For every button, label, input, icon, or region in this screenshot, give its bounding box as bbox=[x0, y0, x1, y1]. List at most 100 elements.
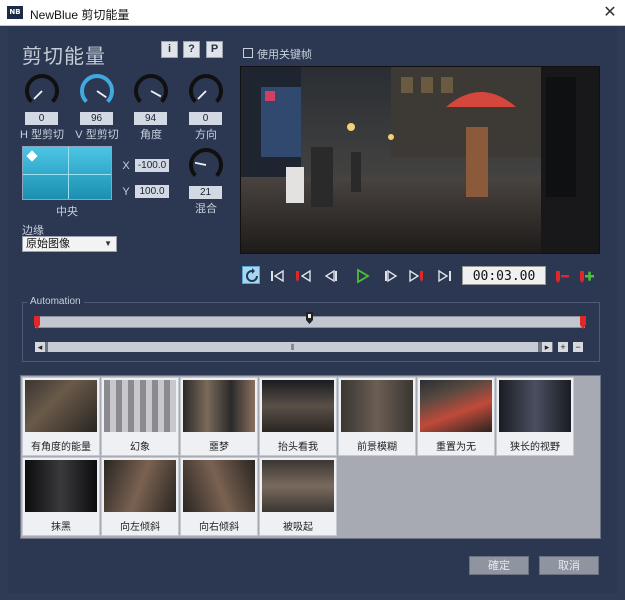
edge-select[interactable]: 原始图像 ▼ bbox=[22, 236, 117, 252]
scroll-grip-icon: ⦀ bbox=[291, 343, 295, 352]
use-keyframes-label: 使用关键帧 bbox=[257, 49, 312, 61]
preset-name: 有角度的能量 bbox=[31, 442, 91, 453]
cancel-button[interactable]: 取消 bbox=[539, 556, 599, 575]
prev-keyframe-icon[interactable] bbox=[294, 267, 312, 285]
preset-tile[interactable]: 重置为无 bbox=[417, 377, 495, 456]
preset-name: 抹黑 bbox=[51, 522, 71, 533]
ok-button[interactable]: 確定 bbox=[469, 556, 529, 575]
preset-tile[interactable]: 向左倾斜 bbox=[101, 457, 179, 536]
preset-thumbnail bbox=[262, 460, 334, 512]
preset-tile[interactable]: 前景模糊 bbox=[338, 377, 416, 456]
preset-thumbnail bbox=[104, 380, 176, 432]
preset-name: 抬头看我 bbox=[278, 442, 318, 453]
automation-group bbox=[22, 302, 600, 362]
x-label: X bbox=[122, 160, 130, 172]
playhead-marker[interactable] bbox=[305, 312, 314, 325]
timecode-display[interactable]: 00:03.00 bbox=[462, 266, 546, 285]
knob-indicator bbox=[96, 90, 107, 99]
v-shear-label: V 型剪切 bbox=[75, 129, 119, 141]
preset-name: 被吸起 bbox=[283, 522, 313, 533]
scroll-left-icon[interactable]: ◂ bbox=[35, 342, 45, 352]
preset-name: 前景模糊 bbox=[357, 442, 397, 453]
preset-name: 噩梦 bbox=[209, 442, 229, 453]
street-scene-image bbox=[241, 67, 599, 253]
knob-track bbox=[189, 74, 223, 104]
center-x-value[interactable]: -100.0 bbox=[135, 159, 169, 172]
knob-indicator bbox=[194, 161, 207, 166]
add-keyframe-icon[interactable] bbox=[578, 267, 596, 285]
v-shear-knob[interactable] bbox=[78, 72, 116, 110]
chevron-down-icon: ▼ bbox=[104, 239, 112, 248]
preset-name: 向左倾斜 bbox=[120, 522, 160, 533]
preset-thumbnail bbox=[183, 380, 255, 432]
preset-tile[interactable]: 向右倾斜 bbox=[180, 457, 258, 536]
newblue-logo-icon: NB bbox=[7, 6, 23, 19]
angle-label: 角度 bbox=[140, 129, 162, 141]
knob-track bbox=[80, 74, 114, 104]
zoom-out-button[interactable]: − bbox=[573, 342, 583, 352]
remove-keyframe-icon[interactable] bbox=[553, 267, 571, 285]
preset-name: 狭长的视野 bbox=[510, 442, 560, 453]
preset-tile[interactable]: 抹黑 bbox=[22, 457, 100, 536]
loop-icon[interactable] bbox=[242, 266, 260, 284]
play-icon[interactable] bbox=[353, 267, 371, 285]
mix-knob[interactable] bbox=[187, 146, 225, 184]
go-end-icon[interactable] bbox=[436, 267, 454, 285]
center-label: 中央 bbox=[56, 206, 78, 218]
preset-thumbnail bbox=[341, 380, 413, 432]
mix-value[interactable]: 21 bbox=[189, 186, 222, 199]
go-start-icon[interactable] bbox=[268, 267, 286, 285]
preset-thumbnail bbox=[420, 380, 492, 432]
zoom-in-button[interactable]: + bbox=[558, 342, 568, 352]
direction-value[interactable]: 0 bbox=[189, 112, 222, 125]
next-keyframe-icon[interactable] bbox=[408, 267, 426, 285]
pad-vertical-line bbox=[68, 147, 69, 199]
preset-gallery: 有角度的能量 幻象 噩梦 抬头看我 前景模糊 重置为无 狭长的视野 抹黑 向左倾… bbox=[20, 375, 601, 539]
window-title: NewBlue 剪切能量 bbox=[30, 8, 130, 22]
close-icon[interactable]: ✕ bbox=[595, 0, 625, 26]
preset-tile[interactable]: 幻象 bbox=[101, 377, 179, 456]
direction-label: 方向 bbox=[195, 129, 217, 141]
preset-thumbnail bbox=[25, 460, 97, 512]
preset-manager-button[interactable]: P bbox=[206, 41, 223, 58]
title-bar: NB NewBlue 剪切能量 ✕ bbox=[0, 0, 625, 26]
keyframe-marker-end[interactable] bbox=[579, 316, 587, 330]
knob-indicator bbox=[197, 90, 207, 100]
direction-knob[interactable] bbox=[187, 72, 225, 110]
h-shear-knob[interactable] bbox=[23, 72, 61, 110]
plugin-title: 剪切能量 bbox=[22, 46, 106, 68]
h-shear-value[interactable]: 0 bbox=[25, 112, 58, 125]
pad-horizontal-line bbox=[23, 174, 111, 175]
preset-thumbnail bbox=[183, 460, 255, 512]
y-label: Y bbox=[122, 186, 130, 198]
preset-thumbnail bbox=[499, 380, 571, 432]
preset-tile[interactable]: 有角度的能量 bbox=[22, 377, 100, 456]
preset-tile[interactable]: 被吸起 bbox=[259, 457, 337, 536]
center-handle[interactable] bbox=[26, 150, 38, 162]
preset-tile[interactable]: 噩梦 bbox=[180, 377, 258, 456]
angle-knob[interactable] bbox=[132, 72, 170, 110]
video-preview bbox=[240, 66, 600, 254]
step-forward-icon[interactable] bbox=[382, 267, 400, 285]
center-xy-pad[interactable] bbox=[22, 146, 112, 200]
knob-indicator bbox=[33, 90, 43, 100]
scroll-right-icon[interactable]: ▸ bbox=[542, 342, 552, 352]
knob-indicator bbox=[150, 90, 162, 98]
preset-name: 幻象 bbox=[130, 442, 150, 453]
step-back-icon[interactable] bbox=[322, 267, 340, 285]
info-button[interactable]: i bbox=[161, 41, 178, 58]
preset-tile[interactable]: 狭长的视野 bbox=[496, 377, 574, 456]
keyframe-marker-start[interactable] bbox=[33, 316, 41, 330]
angle-value[interactable]: 94 bbox=[134, 112, 167, 125]
preset-tile[interactable]: 抬头看我 bbox=[259, 377, 337, 456]
knob-track bbox=[25, 74, 59, 104]
preset-thumbnail bbox=[25, 380, 97, 432]
preset-thumbnail bbox=[262, 380, 334, 432]
edge-selected-value: 原始图像 bbox=[26, 238, 70, 250]
center-y-value[interactable]: 100.0 bbox=[135, 185, 169, 198]
preset-name: 向右倾斜 bbox=[199, 522, 239, 533]
v-shear-value[interactable]: 96 bbox=[80, 112, 113, 125]
h-shear-label: H 型剪切 bbox=[20, 129, 64, 141]
use-keyframes-checkbox[interactable] bbox=[243, 48, 253, 58]
help-button[interactable]: ? bbox=[183, 41, 200, 58]
